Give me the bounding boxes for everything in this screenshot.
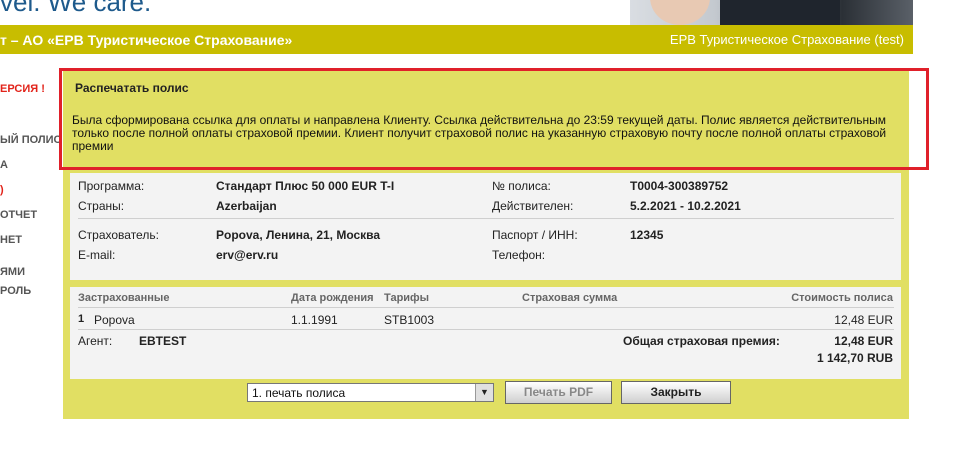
col-tariffs: Тарифы <box>384 292 430 304</box>
insured-name: Popova <box>94 313 135 327</box>
countries-value: Azerbaijan <box>216 199 277 213</box>
sidebar-item-yami[interactable]: ЯМИ <box>0 266 25 278</box>
print-pdf-button[interactable]: Печать PDF <box>505 381 612 404</box>
company-title: т – АО «ЕРВ Туристическое Страхование» <box>0 32 293 48</box>
email-value: erv@erv.ru <box>216 248 279 262</box>
valid-label: Действителен: <box>492 199 574 213</box>
insured-tariff: STB1003 <box>384 313 435 327</box>
total-premium-rub: 1 142,70 RUB <box>816 351 893 365</box>
row-number: 1 <box>78 313 85 325</box>
program-value: Стандарт Плюс 50 000 EUR T-I <box>216 179 395 193</box>
passport-label: Паспорт / ИНН: <box>492 228 578 242</box>
close-button[interactable]: Закрыть <box>621 381 731 404</box>
chevron-down-icon[interactable]: ▼ <box>475 384 493 401</box>
insurer-value: Popova, Ленина, 21, Москва <box>216 228 381 242</box>
insured-birth-date: 1.1.1991 <box>291 313 338 327</box>
sidebar-item-net[interactable]: НЕТ <box>0 234 22 246</box>
sidebar-item-report[interactable]: ОТЧЕТ <box>0 209 37 221</box>
valid-value: 5.2.2021 - 10.2.2021 <box>630 199 741 213</box>
header-slogan: vel. We care. <box>0 0 152 17</box>
col-sum-insured: Страховая сумма <box>522 292 618 304</box>
phone-label: Телефон: <box>492 248 546 262</box>
top-bar: т – АО «ЕРВ Туристическое Страхование» Е… <box>0 25 913 54</box>
col-birth-date: Дата рождения <box>291 292 374 304</box>
program-label: Программа: <box>78 179 145 193</box>
col-policy-cost: Стоимость полиса <box>791 292 893 304</box>
sidebar-item-version[interactable]: ЕРСИЯ ! <box>0 83 45 95</box>
sidebar-item-new-policy[interactable]: ЫЙ ПОЛИС <box>0 134 62 146</box>
print-type-select[interactable]: 1. печать полиса ▼ <box>247 383 494 402</box>
passport-value: 12345 <box>630 228 664 242</box>
total-premium-eur: 12,48 EUR <box>834 334 893 348</box>
sidebar-item-a[interactable]: А <box>0 159 8 171</box>
company-user: ЕРВ Туристическое Страхование (test) <box>669 32 904 47</box>
policy-number-value: T0004-300389752 <box>630 179 729 193</box>
insurer-label: Страхователь: <box>78 228 159 242</box>
sidebar-item-paren[interactable]: ) <box>0 184 4 196</box>
agent-value: EBTEST <box>139 334 187 348</box>
countries-label: Страны: <box>78 199 125 213</box>
row-divider <box>78 329 894 330</box>
email-label: E-mail: <box>78 248 116 262</box>
col-insured: Застрахованные <box>78 292 170 304</box>
insured-cost: 12,48 EUR <box>834 313 893 327</box>
policy-details: Программа: Стандарт Плюс 50 000 EUR T-I … <box>70 173 901 280</box>
header-photo <box>630 0 913 25</box>
total-premium-label: Общая страховая премия: <box>623 334 780 348</box>
details-divider <box>78 218 894 219</box>
insured-table: Застрахованные Дата рождения Тарифы Стра… <box>70 287 901 379</box>
highlight-frame <box>59 68 929 170</box>
table-header-divider <box>78 307 894 308</box>
sidebar-item-password[interactable]: РОЛЬ <box>0 285 31 297</box>
print-type-value: 1. печать полиса <box>252 386 346 400</box>
agent-label: Агент: <box>78 334 113 348</box>
policy-number-label: № полиса: <box>492 179 551 193</box>
